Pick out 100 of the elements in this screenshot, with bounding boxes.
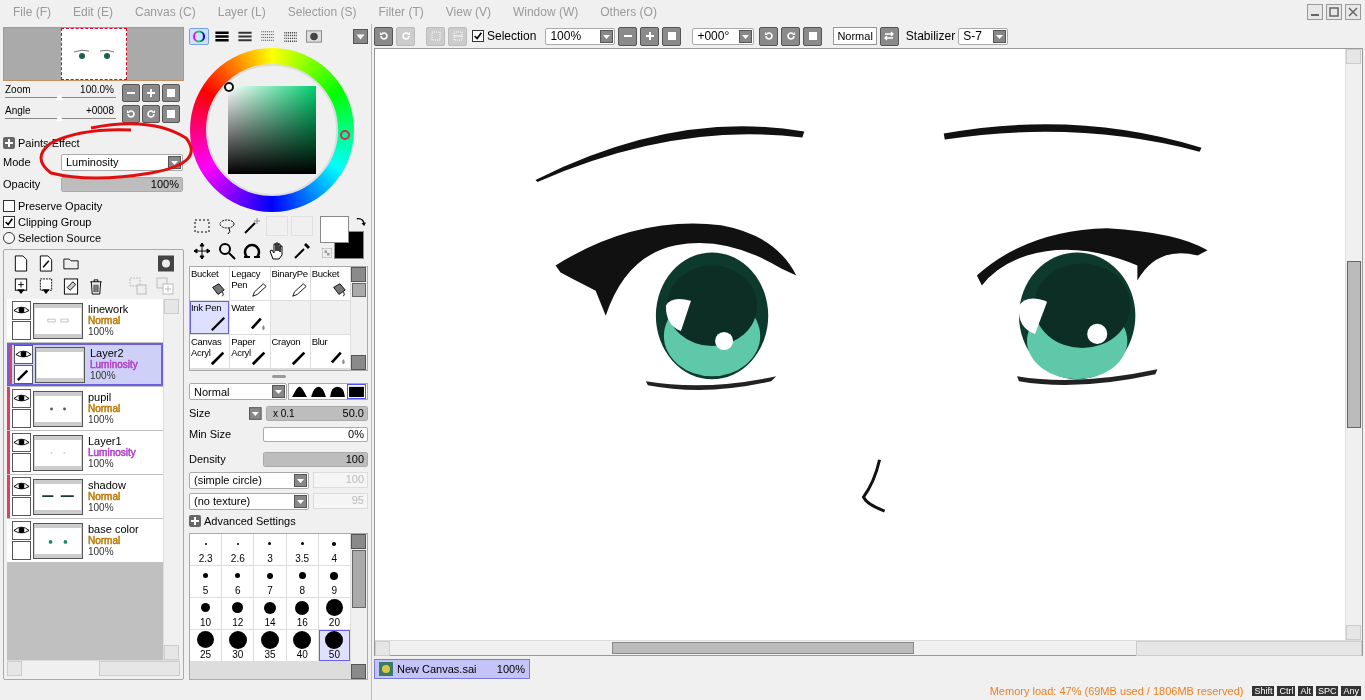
angle-dropdown[interactable]: +000° — [692, 27, 755, 45]
clear-layer-icon[interactable] — [63, 277, 79, 295]
reset-button[interactable] — [162, 105, 180, 123]
reset-button[interactable] — [803, 26, 823, 46]
folder-icon[interactable] — [63, 255, 79, 272]
canvas-tab[interactable]: New Canvas.sai 100% — [374, 659, 530, 679]
layer-item[interactable]: pupil Normal 100% — [7, 387, 163, 430]
zoom-slider[interactable]: Zoom 100.0% — [3, 84, 116, 102]
brush-size-option[interactable]: 16 — [286, 598, 318, 629]
scratchpad-tab[interactable] — [304, 28, 324, 45]
move-icon[interactable] — [191, 240, 213, 261]
brush-tip-icon[interactable] — [348, 385, 365, 398]
zoom-dropdown[interactable]: 100% — [545, 27, 616, 45]
brush-tool[interactable]: Blur — [310, 335, 350, 368]
size-slider[interactable]: x 0.1 50.0 — [265, 405, 368, 421]
color-picker-marker[interactable] — [223, 82, 234, 92]
mask-icon[interactable] — [158, 255, 174, 272]
brush-size-option[interactable]: 12 — [222, 598, 254, 629]
angle-slider[interactable]: Angle +0008 — [3, 105, 116, 123]
layer-item[interactable]: Layer1 Luminosity 100% — [7, 431, 163, 474]
rectangle-select-icon[interactable] — [191, 216, 213, 236]
maximize-icon[interactable] — [1326, 4, 1342, 20]
brush-size-option[interactable]: 20 — [318, 598, 350, 629]
brush-size-option[interactable]: 40 — [286, 630, 318, 661]
scrollbar[interactable] — [350, 534, 367, 679]
brush-size-option[interactable]: 7 — [254, 566, 286, 597]
pen-icon[interactable] — [14, 365, 33, 384]
brush-size-option[interactable]: 4 — [318, 534, 350, 565]
scrollbar[interactable] — [163, 299, 180, 660]
checkbox-option[interactable]: Preserve Opacity — [3, 198, 184, 214]
trash-icon[interactable] — [88, 277, 104, 295]
hue-marker[interactable] — [339, 130, 350, 140]
brush-tool[interactable]: BinaryPe — [270, 267, 310, 300]
brush-size-option[interactable]: 50 — [318, 630, 350, 661]
expand-icon[interactable] — [189, 515, 201, 527]
reset-button[interactable] — [662, 26, 682, 46]
scrollbar[interactable] — [7, 660, 180, 676]
radio-option[interactable]: Selection Source — [3, 230, 184, 246]
rotate-left-button[interactable] — [759, 26, 779, 46]
brush-size-option[interactable]: 9 — [318, 566, 350, 597]
dropdown-button[interactable] — [353, 29, 368, 44]
reset-button[interactable] — [162, 84, 180, 102]
lasso-icon[interactable] — [216, 216, 238, 236]
navigator-preview[interactable] — [3, 27, 184, 81]
eye-icon[interactable] — [14, 345, 33, 364]
brush-tip-icon[interactable] — [329, 385, 346, 398]
eye-icon[interactable] — [12, 433, 31, 452]
flip-button[interactable] — [879, 26, 899, 46]
layer-item[interactable]: Layer2 Luminosity 100% — [7, 343, 163, 386]
brush-size-option[interactable]: 3.5 — [286, 534, 318, 565]
brush-tool[interactable]: Crayon — [270, 335, 310, 368]
zoom-in-button[interactable] — [142, 84, 160, 102]
density-slider[interactable]: 100 — [263, 451, 368, 467]
zoom-out-button[interactable] — [618, 26, 638, 46]
swap-arrow-icon[interactable] — [355, 216, 366, 227]
close-icon[interactable] — [1345, 4, 1361, 20]
eye-icon[interactable] — [12, 521, 31, 540]
layer-item[interactable]: shadow Normal 100% — [7, 475, 163, 518]
brush-tip-icon[interactable] — [310, 385, 327, 398]
transfer-down-icon[interactable] — [38, 277, 54, 295]
dropdown-button[interactable] — [249, 406, 262, 420]
brush-size-option[interactable]: 6 — [222, 566, 254, 597]
brush-size-option[interactable]: 30 — [222, 630, 254, 661]
merge-down-icon[interactable] — [13, 277, 29, 295]
brush-tool[interactable]: Canvas Acryl — [190, 335, 230, 368]
rotate-right-button[interactable] — [142, 105, 160, 123]
new-linework-layer-icon[interactable] — [38, 255, 54, 272]
undo-button[interactable] — [374, 26, 393, 46]
brush-size-option[interactable]: 2.6 — [222, 534, 254, 565]
shape-dropdown[interactable]: (simple circle) — [189, 471, 309, 489]
brush-size-option[interactable]: 5 — [190, 566, 222, 597]
stabilizer-dropdown[interactable]: S-7 — [958, 27, 1009, 45]
rotate-right-button[interactable] — [781, 26, 801, 46]
brush-size-option[interactable]: 2.3 — [190, 534, 222, 565]
minimize-icon[interactable] — [1307, 4, 1323, 20]
blend-mode-button[interactable]: Normal — [833, 27, 877, 45]
brush-size-option[interactable]: 8 — [286, 566, 318, 597]
blend-dropdown[interactable]: Normal — [189, 383, 287, 400]
transparent-color-icon[interactable] — [322, 248, 332, 258]
rotate-left-button[interactable] — [122, 105, 140, 123]
brush-tip-icon[interactable] — [291, 385, 308, 398]
brush-tool[interactable]: Water — [230, 301, 270, 334]
scrollbar[interactable] — [375, 640, 1362, 655]
zoom-in-button[interactable] — [640, 26, 660, 46]
brush-tool[interactable]: Paper Acryl — [230, 335, 270, 368]
color-wheel-tab[interactable] — [189, 28, 209, 45]
new-layer-icon[interactable] — [13, 255, 29, 272]
expand-icon[interactable] — [3, 137, 15, 149]
mode-dropdown[interactable]: Luminosity — [61, 153, 183, 171]
zoom-out-button[interactable] — [122, 84, 140, 102]
scrollbar[interactable] — [350, 267, 367, 370]
brush-tool[interactable]: Bucket — [310, 267, 350, 300]
brush-size-option[interactable]: 35 — [254, 630, 286, 661]
eye-icon[interactable] — [12, 477, 31, 496]
brush-size-option[interactable]: 10 — [190, 598, 222, 629]
min-size-slider[interactable]: 0% — [263, 426, 368, 442]
layer-item[interactable]: base color Normal 100% — [7, 519, 163, 562]
checkbox-option[interactable]: Clipping Group — [3, 214, 184, 230]
scrollbar[interactable] — [1345, 49, 1362, 640]
eye-icon[interactable] — [12, 301, 31, 320]
